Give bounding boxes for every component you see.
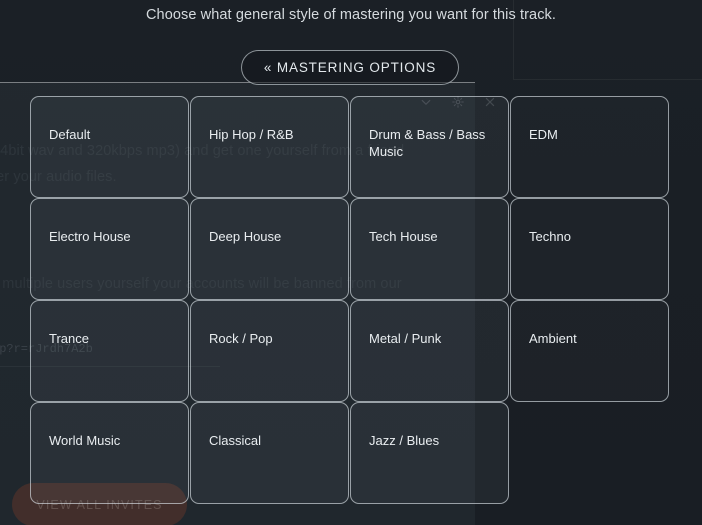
genre-card[interactable]: Ambient [510,300,669,402]
genre-card[interactable]: EDM [510,96,669,198]
genre-card[interactable]: Rock / Pop [190,300,349,402]
genre-card[interactable]: Drum & Bass / Bass Music [350,96,509,198]
genre-card[interactable]: Classical [190,402,349,504]
genre-card[interactable]: Techno [510,198,669,300]
mastering-options-back-button[interactable]: « MASTERING OPTIONS [241,50,459,85]
genre-card[interactable]: Tech House [350,198,509,300]
genre-card-label: Classical [209,433,262,448]
genre-card-label: Drum & Bass / Bass Music [369,127,486,159]
genre-card-label: Techno [529,229,571,244]
genre-card-label: Default [49,127,91,142]
genre-card[interactable]: Electro House [30,198,189,300]
genre-card[interactable]: Metal / Punk [350,300,509,402]
genre-card[interactable]: Hip Hop / R&B [190,96,349,198]
genre-card[interactable]: World Music [30,402,189,504]
genre-card[interactable]: Default [30,96,189,198]
genre-card-label: World Music [49,433,121,448]
genre-card-label: Tech House [369,229,438,244]
page-title: Choose what general style of mastering y… [145,7,557,23]
genre-card-label: Metal / Punk [369,331,442,346]
genre-card[interactable]: Deep House [190,198,349,300]
genre-card-label: Hip Hop / R&B [209,127,294,142]
genre-card-label: EDM [529,127,558,142]
genre-card-label: Trance [49,331,89,346]
mastering-style-screen: 24bit wav and 320kbps mp3) and get one y… [0,0,702,525]
genre-card-label: Ambient [529,331,577,346]
genre-card-label: Jazz / Blues [369,433,440,448]
genre-card-label: Electro House [49,229,131,244]
genre-card-label: Deep House [209,229,282,244]
genre-card-label: Rock / Pop [209,331,273,346]
genre-card[interactable]: Jazz / Blues [350,402,509,504]
genre-grid: Default Hip Hop / R&B Drum & Bass / Bass M… [30,96,672,504]
genre-card[interactable]: Trance [30,300,189,402]
